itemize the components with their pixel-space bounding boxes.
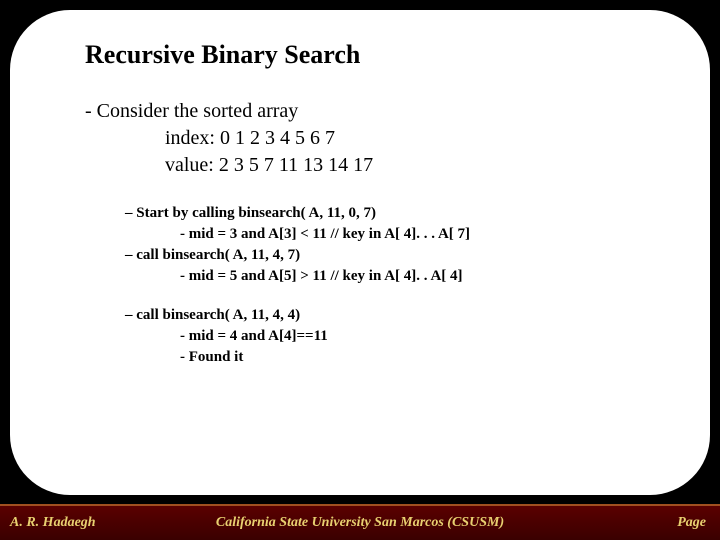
steps-block: – Start by calling binsearch( A, 11, 0, … (125, 203, 670, 368)
footer-bar: A. R. Hadaegh California State Universit… (0, 504, 720, 540)
slide-title: Recursive Binary Search (85, 40, 670, 70)
intro-line-1: - Consider the sorted array (85, 98, 670, 125)
step-line: - mid = 3 and A[3] < 11 // key in A[ 4].… (125, 224, 670, 245)
step-line: - mid = 5 and A[5] > 11 // key in A[ 4].… (125, 266, 670, 287)
step-line: - mid = 4 and A[4]==11 (125, 326, 670, 347)
step-line: – Start by calling binsearch( A, 11, 0, … (125, 203, 670, 224)
intro-block: - Consider the sorted array index: 0 1 2… (85, 98, 670, 179)
footer-author: A. R. Hadaegh (10, 515, 96, 531)
step-line: – call binsearch( A, 11, 4, 4) (125, 305, 670, 326)
intro-line-3: value: 2 3 5 7 11 13 14 17 (85, 152, 670, 179)
intro-line-2: index: 0 1 2 3 4 5 6 7 (85, 125, 670, 152)
step-line: - Found it (125, 347, 670, 368)
footer-university: California State University San Marcos (… (0, 515, 720, 531)
step-group-1: – Start by calling binsearch( A, 11, 0, … (125, 203, 670, 287)
footer-page: Page (677, 515, 706, 531)
step-group-2: – call binsearch( A, 11, 4, 4) - mid = 4… (125, 305, 670, 368)
step-line: – call binsearch( A, 11, 4, 7) (125, 245, 670, 266)
slide-body: Recursive Binary Search - Consider the s… (10, 10, 710, 495)
